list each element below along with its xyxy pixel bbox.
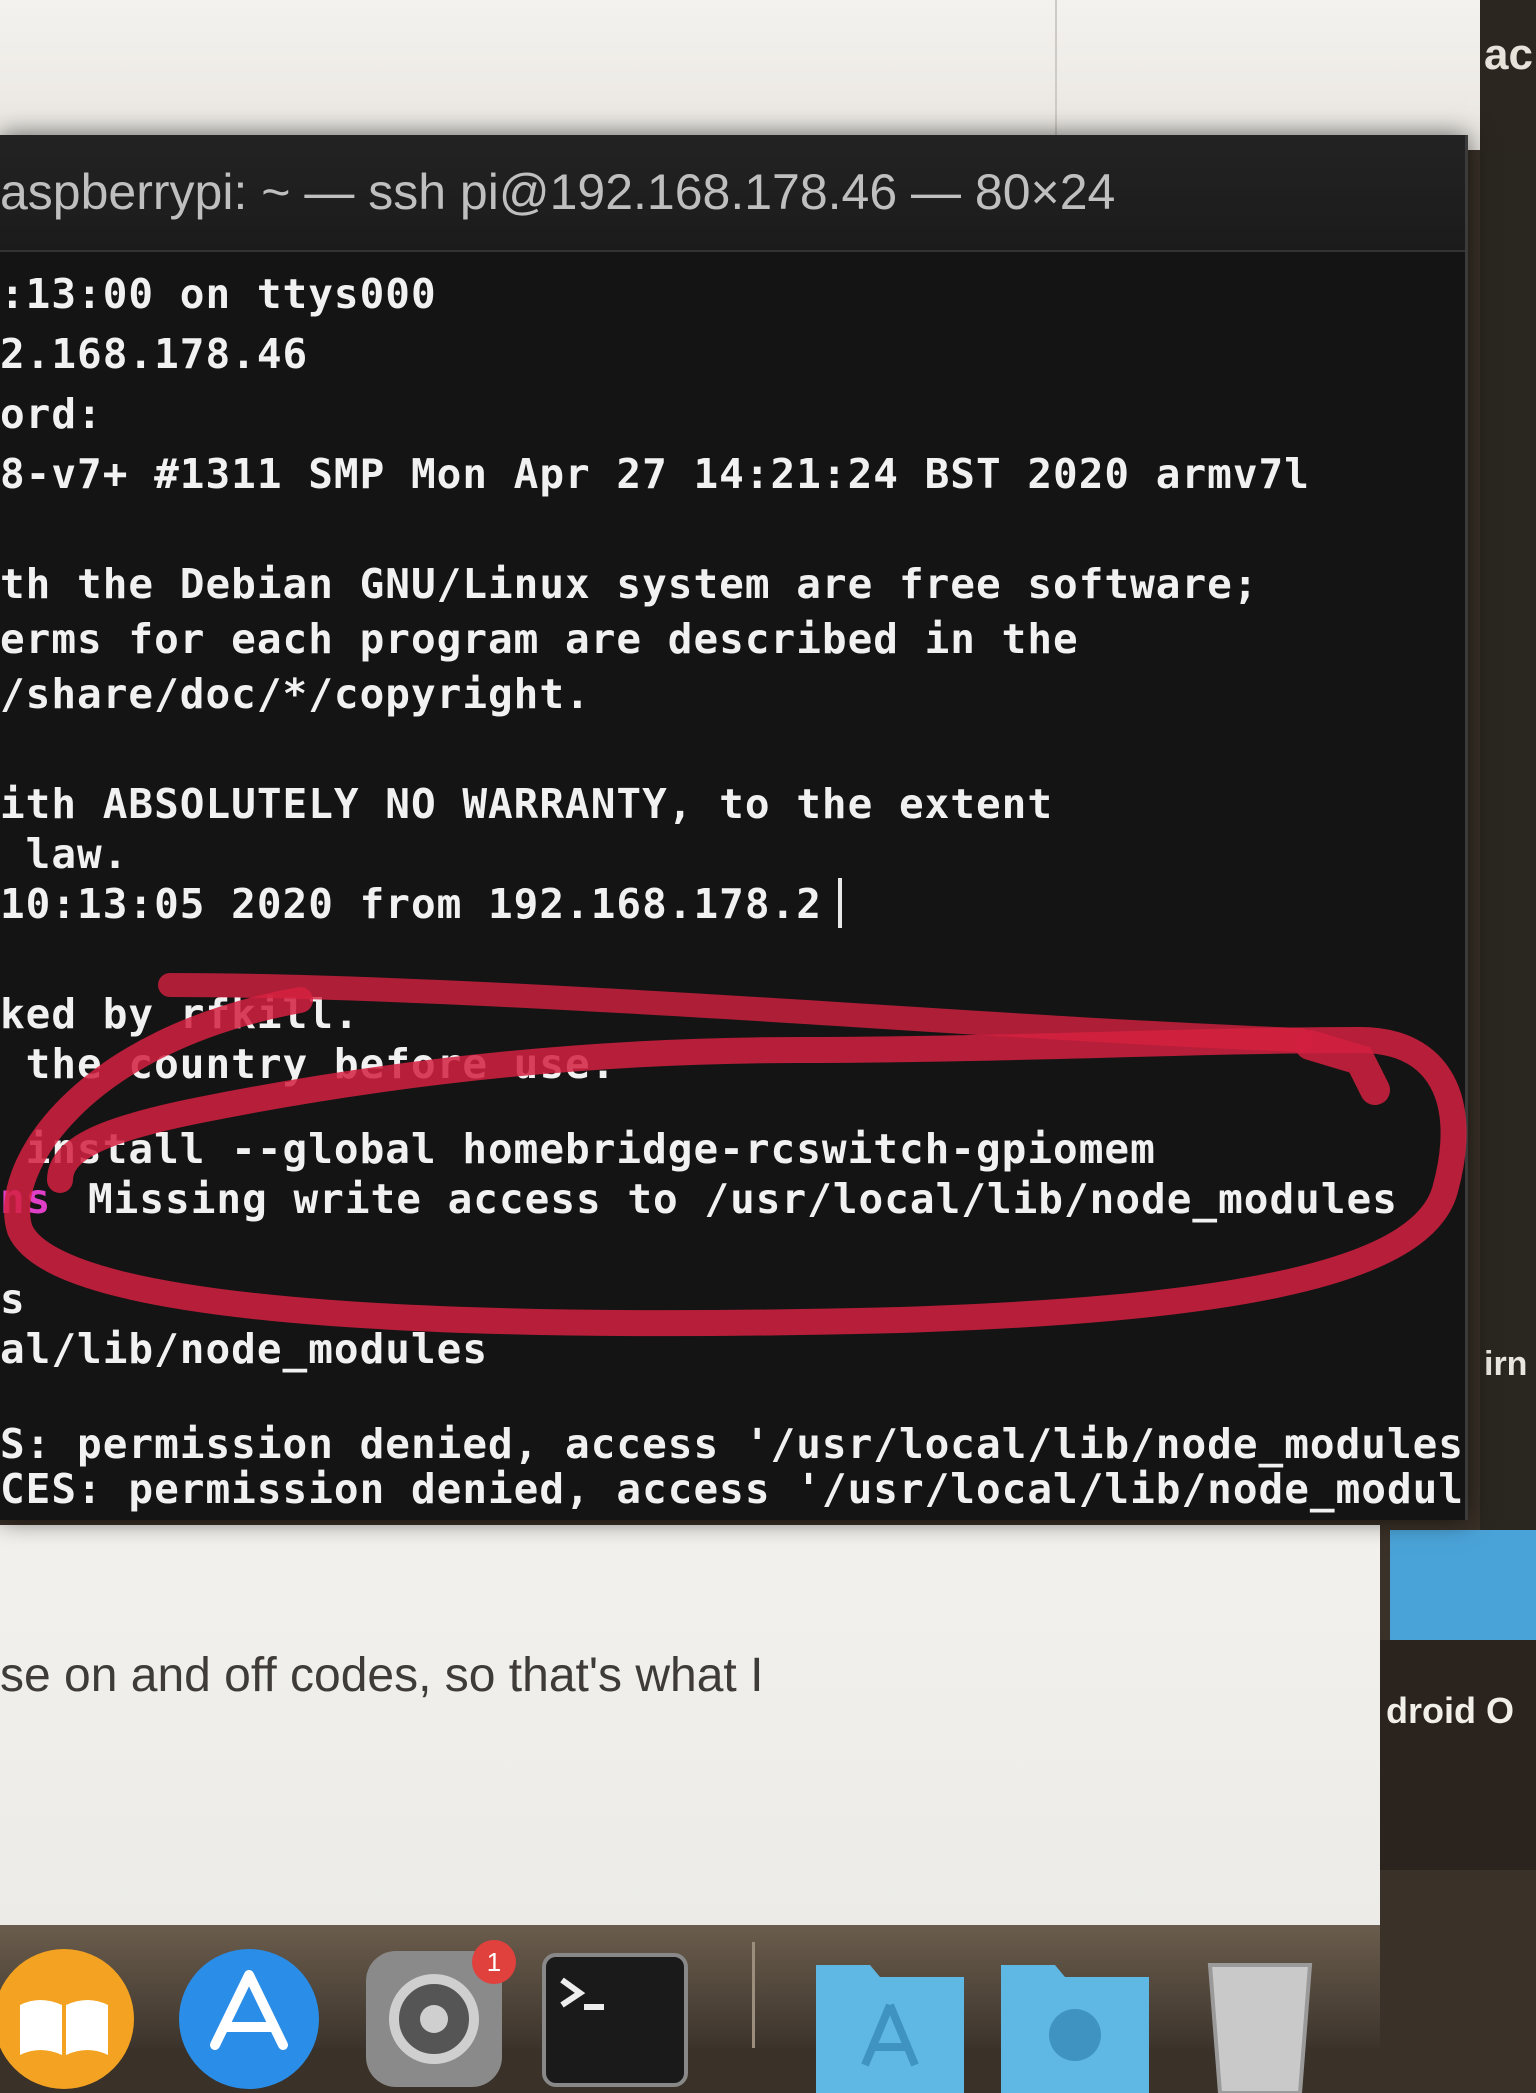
books-icon[interactable] [0,1945,138,2093]
terminal-line: S: permission denied, access '/usr/local… [0,1420,1468,1468]
terminal-output[interactable]: :13:00 on ttys000 2.168.178.46 ord: 8-v7… [0,250,1465,1520]
terminal-line: ith ABSOLUTELY NO WARRANTY, to the exten… [0,780,1054,828]
applications-folder-icon[interactable] [810,1945,970,2093]
npm-warn-prefix: ns [0,1175,52,1223]
terminal-line: the country before use. [0,1040,617,1088]
terminal-line: 8-v7+ #1311 SMP Mon Apr 27 14:21:24 BST … [0,450,1310,498]
terminal-line: al/lib/node_modules [0,1325,488,1373]
terminal-line: CES: permission denied, access '/usr/loc… [0,1465,1468,1513]
terminal-line: th the Debian GNU/Linux system are free … [0,560,1259,608]
browser-paragraph: se on and off codes, so that's what I [0,1649,764,1702]
terminal-line: 2.168.178.46 [0,330,309,378]
background-blue-panel [1390,1530,1536,1640]
background-window-text: ac [1484,30,1533,79]
terminal-line: law. [0,830,129,878]
trash-icon[interactable] [1195,1945,1325,2093]
browser-divider [1055,0,1057,150]
terminal-line-warn-prefix: ns [0,1175,51,1223]
background-label: irn [1484,1345,1528,1383]
terminal-line: erms for each program are described in t… [0,615,1079,663]
terminal-line: s [0,1275,26,1323]
terminal-line-command: install --global homebridge-rcswitch-gpi… [0,1125,1156,1173]
terminal-line: 10:13:05 2020 from 192.168.178.2 [0,880,822,928]
app-store-icon[interactable] [175,1945,323,2093]
terminal-line: :13:00 on ttys000 [0,270,437,318]
notification-badge: 1 [472,1940,516,1984]
browser-window-top [0,0,1536,150]
dock-separator [752,1942,755,2048]
terminal-line-error: Missing write access to /usr/local/lib/n… [88,1175,1398,1223]
terminal-title: aspberrypi: ~ — ssh pi@192.168.178.46 — … [0,164,1116,220]
downloads-folder-icon[interactable] [995,1945,1155,2093]
background-label-android: droid O [1386,1690,1514,1731]
text-cursor-icon [838,878,842,928]
terminal-line: ked by rfkill. [0,990,360,1038]
terminal-icon[interactable] [540,1945,690,2093]
terminal-titlebar[interactable]: aspberrypi: ~ — ssh pi@192.168.178.46 — … [0,135,1465,252]
terminal-window[interactable]: aspberrypi: ~ — ssh pi@192.168.178.46 — … [0,135,1468,1520]
browser-content-area [0,1525,1380,1925]
terminal-line: /share/doc/*/copyright. [0,670,591,718]
terminal-line: ord: [0,390,103,438]
background-window-strip [1480,150,1536,1530]
background-dark-panel [1380,1640,1536,1870]
